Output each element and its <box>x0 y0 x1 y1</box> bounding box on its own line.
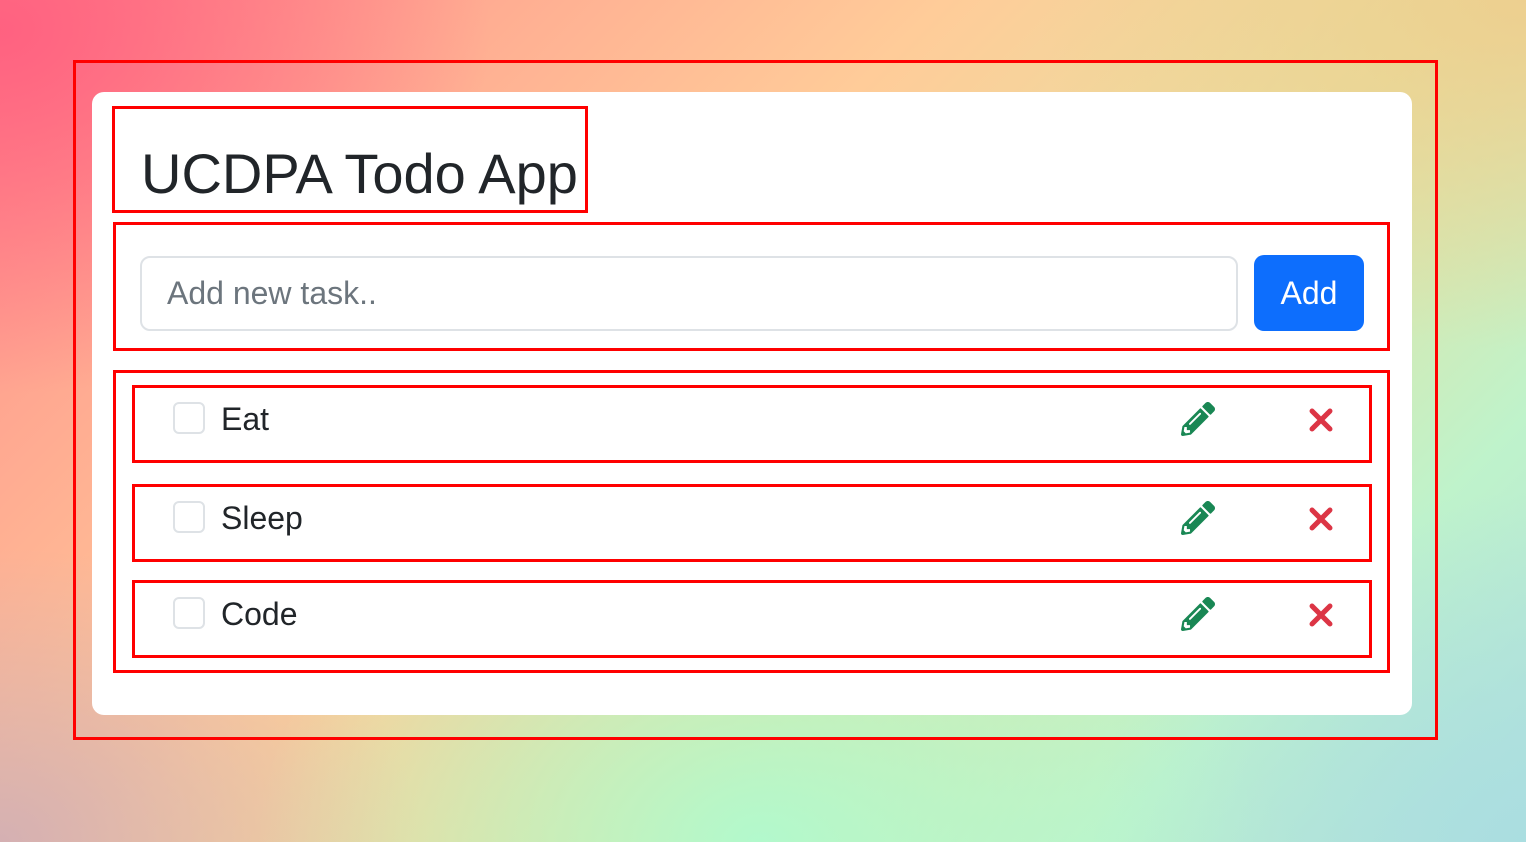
close-icon[interactable] <box>1307 406 1335 434</box>
todo-item: Eat <box>132 385 1372 463</box>
todo-label: Eat <box>221 401 270 437</box>
pencil-icon[interactable] <box>1181 597 1215 631</box>
pencil-icon[interactable] <box>1181 402 1215 436</box>
add-task-button[interactable]: Add <box>1254 255 1364 331</box>
todo-checkbox[interactable] <box>173 402 205 434</box>
close-icon[interactable] <box>1307 601 1335 629</box>
new-task-input[interactable] <box>140 256 1238 331</box>
todo-item: Sleep <box>132 484 1372 562</box>
todo-item: Code <box>132 580 1372 658</box>
todo-label: Code <box>221 596 298 632</box>
todo-label: Sleep <box>221 500 303 536</box>
todo-checkbox[interactable] <box>173 597 205 629</box>
pencil-icon[interactable] <box>1181 501 1215 535</box>
page-title: UCDPA Todo App <box>141 142 578 205</box>
todo-checkbox[interactable] <box>173 501 205 533</box>
close-icon[interactable] <box>1307 505 1335 533</box>
